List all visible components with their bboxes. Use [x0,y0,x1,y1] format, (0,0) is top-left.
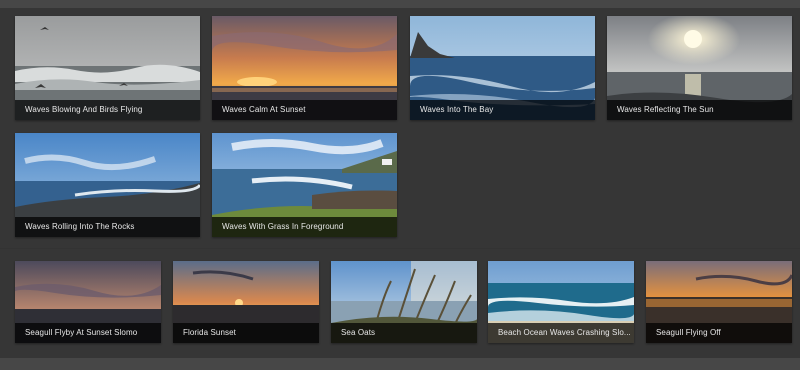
video-thumbnail[interactable]: Waves Into The Bay [410,16,595,120]
video-title: Sea Oats [331,323,477,343]
video-grid-section-1: Waves Blowing And Birds Flying Waves Cal… [0,8,800,248]
video-title: Waves Blowing And Birds Flying [15,100,200,120]
video-title: Waves Calm At Sunset [212,100,397,120]
video-grid-section-2: Seagull Flyby At Sunset Slomo Florida Su… [0,249,800,358]
video-title: Seagull Flying Off [646,323,792,343]
video-title: Seagull Flyby At Sunset Slomo [15,323,161,343]
video-thumbnail[interactable]: Waves Blowing And Birds Flying [15,16,200,120]
video-thumbnail[interactable]: Waves Reflecting The Sun [607,16,792,120]
video-thumbnail[interactable]: Waves Calm At Sunset [212,16,397,120]
video-title: Florida Sunset [173,323,319,343]
video-title: Waves Reflecting The Sun [607,100,792,120]
video-title: Waves With Grass In Foreground [212,217,397,237]
video-thumbnail[interactable]: Beach Ocean Waves Crashing Slo... [488,261,634,343]
video-thumbnail[interactable]: Florida Sunset [173,261,319,343]
video-thumbnail[interactable]: Waves With Grass In Foreground [212,133,397,237]
video-title: Beach Ocean Waves Crashing Slo... [488,323,634,343]
video-thumbnail[interactable]: Seagull Flyby At Sunset Slomo [15,261,161,343]
bottom-bar [0,358,800,370]
video-title: Waves Rolling Into The Rocks [15,217,200,237]
top-bar [0,0,800,8]
video-thumbnail[interactable]: Waves Rolling Into The Rocks [15,133,200,237]
video-title: Waves Into The Bay [410,100,595,120]
video-thumbnail[interactable]: Sea Oats [331,261,477,343]
video-thumbnail[interactable]: Seagull Flying Off [646,261,792,343]
